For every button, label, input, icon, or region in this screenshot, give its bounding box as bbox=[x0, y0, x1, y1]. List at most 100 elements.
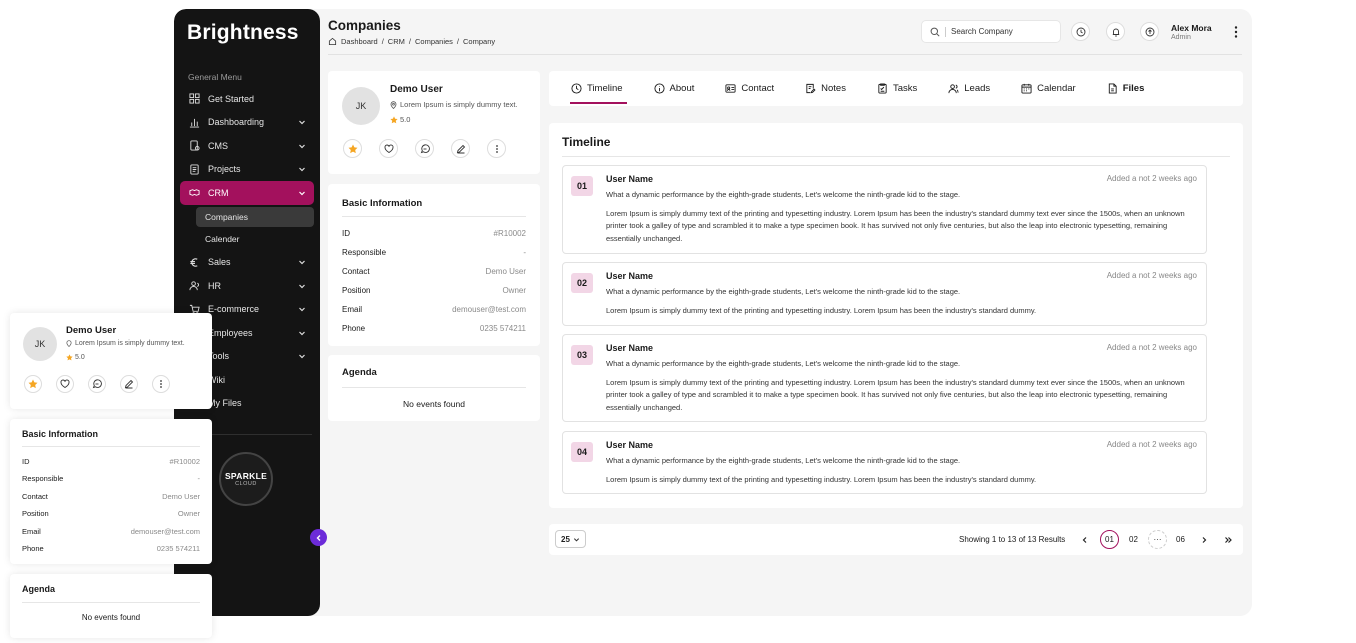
more-vertical-icon[interactable] bbox=[1232, 25, 1240, 39]
last-page-button[interactable] bbox=[1218, 530, 1237, 549]
overlay-profile-card: JK Demo User Lorem Ipsum is simply dummy… bbox=[10, 313, 212, 409]
timeline-number-badge: 03 bbox=[571, 345, 593, 365]
star-icon bbox=[28, 379, 38, 389]
info-value: #R10002 bbox=[169, 457, 200, 466]
page-button-06[interactable]: 06 bbox=[1171, 530, 1190, 549]
agenda-card: Agenda No events found bbox=[328, 355, 540, 421]
notifications-button[interactable] bbox=[1106, 22, 1125, 41]
sidebar-item-sales[interactable]: Sales bbox=[180, 251, 314, 275]
timeline-number-badge: 01 bbox=[571, 176, 593, 196]
tasks-icon bbox=[878, 83, 887, 94]
overlay-like-button[interactable] bbox=[56, 375, 74, 393]
overlay-more-button[interactable] bbox=[152, 375, 170, 393]
overlay-favorite-button[interactable] bbox=[24, 375, 42, 393]
pencil-icon bbox=[456, 144, 465, 153]
timeline-subtitle: What a dynamic performance by the eighth… bbox=[606, 359, 961, 368]
tab-about[interactable]: About bbox=[654, 71, 694, 106]
timeline-user[interactable]: User Name bbox=[606, 343, 653, 353]
timeline-subtitle: What a dynamic performance by the eighth… bbox=[606, 190, 961, 199]
page-ellipsis[interactable]: ··· bbox=[1148, 530, 1167, 549]
tab-calendar[interactable]: Calendar bbox=[1021, 71, 1076, 106]
tab-leads[interactable]: Leads bbox=[948, 71, 990, 106]
info-value[interactable]: demouser@test.com bbox=[131, 527, 200, 536]
chevron-left-icon bbox=[316, 534, 320, 541]
tab-notes[interactable]: Notes bbox=[805, 71, 846, 106]
sidebar-item-get-started[interactable]: Get Started bbox=[180, 87, 314, 111]
page-button-01[interactable]: 01 bbox=[1100, 530, 1119, 549]
tab-label: Leads bbox=[964, 83, 991, 94]
heart-icon bbox=[60, 379, 70, 389]
double-chevron-right-icon bbox=[1224, 536, 1232, 543]
agenda-empty-text: No events found bbox=[403, 399, 465, 409]
breadcrumb-companies[interactable]: Companies bbox=[415, 37, 453, 46]
search-input[interactable] bbox=[951, 27, 1046, 36]
chevron-down-icon bbox=[299, 120, 305, 125]
cms-icon bbox=[188, 140, 200, 152]
collapse-sidebar-button[interactable] bbox=[310, 529, 327, 546]
overlay-message-button[interactable] bbox=[88, 375, 106, 393]
tab-contact[interactable]: Contact bbox=[725, 71, 774, 106]
sidebar-item-hr[interactable]: HR bbox=[180, 274, 314, 298]
sidebar-item-projects[interactable]: Projects bbox=[180, 158, 314, 182]
edit-button[interactable] bbox=[451, 139, 470, 158]
info-value: Demo User bbox=[485, 267, 526, 276]
sidebar-subitem-calender[interactable]: Calender bbox=[196, 229, 314, 249]
star-icon bbox=[390, 115, 398, 123]
heart-icon bbox=[384, 144, 393, 153]
overlay-basic-info-title: Basic Information bbox=[22, 429, 99, 439]
tab-tasks[interactable]: Tasks bbox=[877, 71, 917, 106]
tab-label: Contact bbox=[741, 83, 775, 94]
timeline-timestamp: Added a not 2 weeks ago bbox=[1106, 440, 1197, 449]
timeline-user[interactable]: User Name bbox=[606, 440, 653, 450]
overlay-basic-info-card: Basic Information ID #R10002 Responsible -… bbox=[10, 419, 212, 564]
sparkle-logo-text: SPARKLE bbox=[224, 471, 268, 481]
breadcrumb-separator: / bbox=[456, 37, 460, 46]
page-size-select[interactable]: 25 bbox=[555, 530, 586, 548]
profile-name: Demo User bbox=[390, 84, 443, 95]
clock-icon bbox=[1076, 27, 1085, 36]
info-value: - bbox=[197, 474, 201, 483]
tab-files[interactable]: Files bbox=[1107, 71, 1144, 106]
info-row-responsible: Responsible - bbox=[342, 248, 526, 257]
chevron-down-icon bbox=[299, 191, 305, 196]
timeline-user[interactable]: User Name bbox=[606, 271, 653, 281]
timeline-user[interactable]: User Name bbox=[606, 174, 653, 184]
chevron-down-icon bbox=[299, 144, 305, 149]
tab-timeline[interactable]: Timeline bbox=[570, 71, 627, 106]
timeline-divider bbox=[562, 156, 1230, 157]
message-button[interactable] bbox=[415, 139, 434, 158]
pagination-bar: 25 Showing 1 to 13 of 13 Results 01 02 ·… bbox=[549, 524, 1243, 555]
more-button[interactable] bbox=[487, 139, 506, 158]
tab-bar: Timeline About Contact Notes Tasks Leads… bbox=[549, 71, 1243, 106]
overlay-info-row-responsible: Responsible - bbox=[22, 474, 200, 483]
info-key: ID bbox=[342, 229, 350, 238]
chat-icon bbox=[92, 379, 102, 389]
euro-icon bbox=[188, 256, 200, 268]
sidebar-item-cms[interactable]: CMS bbox=[180, 134, 314, 158]
overlay-edit-button[interactable] bbox=[120, 375, 138, 393]
like-button[interactable] bbox=[379, 139, 398, 158]
help-button[interactable] bbox=[1140, 22, 1159, 41]
prev-page-button[interactable] bbox=[1075, 530, 1094, 549]
favorite-button[interactable] bbox=[343, 139, 362, 158]
file-icon bbox=[1108, 83, 1117, 94]
page-button-02[interactable]: 02 bbox=[1124, 530, 1143, 549]
sidebar-subitem-companies[interactable]: Companies bbox=[196, 206, 314, 227]
bell-icon bbox=[1112, 28, 1119, 36]
breadcrumb-crm[interactable]: CRM bbox=[388, 37, 405, 46]
timeline-number-badge: 04 bbox=[571, 442, 593, 462]
user-name[interactable]: Alex Mora bbox=[1171, 23, 1212, 33]
tab-label: Tasks bbox=[892, 83, 918, 94]
overlay-agenda-card: Agenda No events found bbox=[10, 574, 212, 638]
history-button[interactable] bbox=[1071, 22, 1090, 41]
pencil-icon bbox=[124, 379, 134, 389]
info-key: Responsible bbox=[22, 474, 64, 483]
sidebar-item-crm[interactable]: CRM bbox=[180, 181, 314, 205]
info-value[interactable]: demouser@test.com bbox=[452, 305, 526, 314]
timeline-body: Lorem Ipsum is simply dummy text of the … bbox=[606, 306, 1037, 315]
profile-card: JK Demo User Lorem Ipsum is simply dummy… bbox=[328, 71, 540, 174]
sidebar-item-dashboarding[interactable]: Dashboarding bbox=[180, 111, 314, 135]
search-separator bbox=[945, 26, 946, 37]
next-page-button[interactable] bbox=[1194, 530, 1213, 549]
breadcrumb-dashboard[interactable]: Dashboard bbox=[341, 37, 378, 46]
